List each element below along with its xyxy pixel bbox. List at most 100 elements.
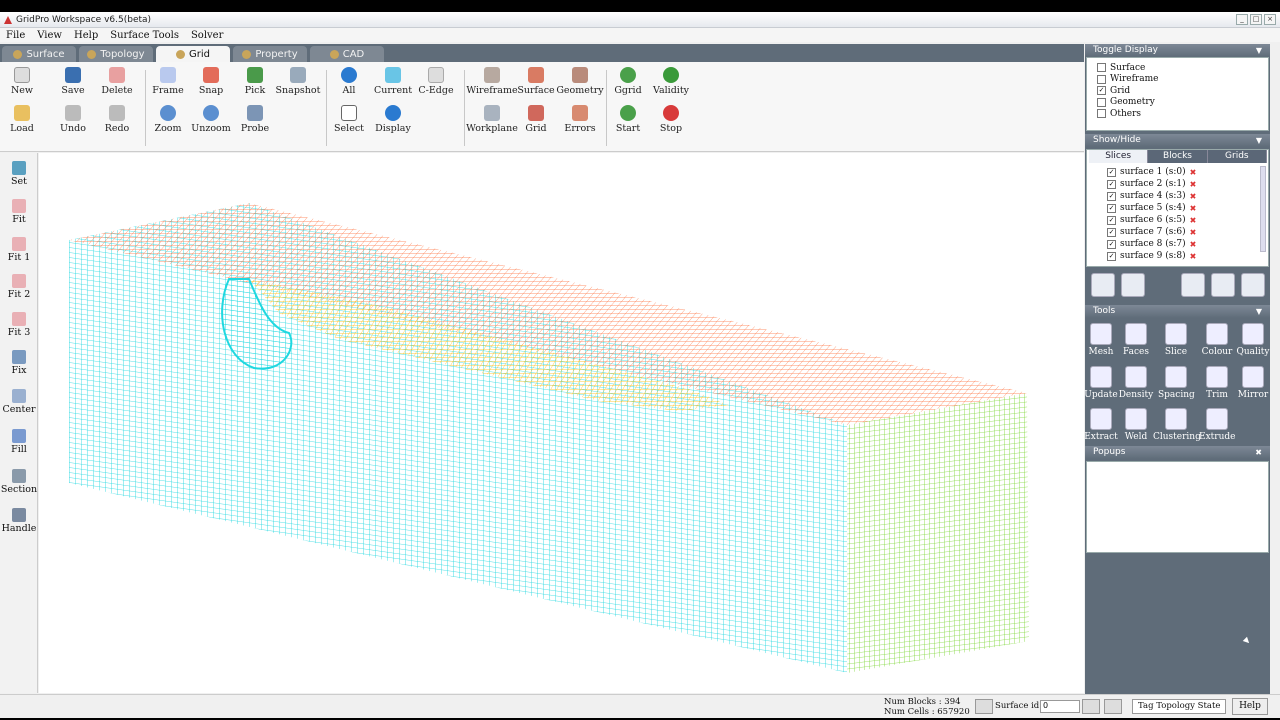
checkbox-icon[interactable] [1097,74,1106,84]
quality-tool[interactable]: Quality [1235,323,1271,363]
update-tool[interactable]: Update [1083,366,1119,406]
list-item[interactable]: ✓ surface 2 (s:1) ✖ [1087,178,1257,190]
toggle-geometry[interactable]: Geometry [1097,97,1268,109]
toggle-others[interactable]: Others [1097,108,1268,120]
menu-file[interactable]: File [0,30,31,41]
checkbox-checked-icon[interactable]: ✓ [1107,239,1116,249]
next-surface-button[interactable] [1082,699,1100,714]
delete-icon[interactable]: ✖ [1190,252,1197,261]
new-button[interactable]: New [0,67,48,103]
tag-state-dropdown[interactable]: Tag Topology State [1132,699,1226,714]
checkbox-checked-icon[interactable]: ✓ [1107,251,1116,261]
list-item[interactable]: ✓ surface 6 (s:5) ✖ [1087,214,1257,226]
maximize-button[interactable]: □ [1250,14,1262,25]
set-button[interactable]: Set [0,161,38,187]
checkbox-icon[interactable] [1097,97,1106,107]
list-item[interactable]: ✓ surface 9 (s:8) ✖ [1087,250,1257,262]
tools-header[interactable]: Tools ▼ [1085,305,1270,318]
delete-icon[interactable]: ✖ [1190,168,1197,177]
snapshot-button[interactable]: Snapshot [272,67,324,103]
stop-button[interactable]: Stop [645,105,697,141]
fit3-button[interactable]: Fit 3 [0,312,38,338]
toggle-wireframe[interactable]: Wireframe [1097,74,1268,86]
section-button[interactable]: Section [0,469,38,495]
checkbox-checked-icon[interactable]: ✓ [1107,203,1116,213]
checkbox-checked-icon[interactable]: ✓ [1107,179,1116,189]
cedge-button[interactable]: C-Edge [410,67,462,103]
hide-button[interactable] [1121,273,1145,297]
minimize-button[interactable]: _ [1236,14,1248,25]
delete-icon[interactable]: ✖ [1190,228,1197,237]
toggle-grid[interactable]: ✓ Grid [1097,85,1268,97]
list-item[interactable]: ✓ surface 5 (s:4) ✖ [1087,202,1257,214]
probe-button[interactable]: Probe [229,105,281,141]
delete-button[interactable]: Delete [91,67,143,103]
delete-icon[interactable]: ✖ [1190,240,1197,249]
prev-surface-button[interactable] [975,699,993,714]
3d-viewport[interactable] [39,153,1084,693]
menu-help[interactable]: Help [68,30,104,41]
show-hide-header[interactable]: Show/Hide ▼ [1085,134,1270,147]
load-button[interactable]: Load [0,105,48,141]
fix-button[interactable]: Fix [0,350,38,376]
delete-icon[interactable]: ✖ [1190,180,1197,189]
list-item[interactable]: ✓ surface 7 (s:6) ✖ [1087,226,1257,238]
toggle-display-header[interactable]: Toggle Display ▼ [1085,44,1270,57]
redo-button[interactable]: Redo [91,105,143,141]
scrollbar[interactable] [1260,166,1266,252]
menu-solver[interactable]: Solver [185,30,229,41]
menu-surface-tools[interactable]: Surface Tools [104,30,185,41]
tab-blocks[interactable]: Blocks [1148,150,1208,163]
delete-icon[interactable]: ✖ [1190,192,1197,201]
delete-icon[interactable]: ✖ [1190,216,1197,225]
fit2-button[interactable]: Fit 2 [0,274,38,300]
errors-button[interactable]: Errors [554,105,606,141]
center-button[interactable]: Center [0,389,38,415]
show-button[interactable] [1091,273,1115,297]
fit1-button[interactable]: Fit 1 [0,237,38,263]
spacing-tool[interactable]: Spacing [1158,366,1195,406]
checkbox-checked-icon[interactable]: ✓ [1097,86,1106,96]
tab-grid[interactable]: Grid [156,46,230,62]
handle-button[interactable]: Handle [0,508,38,534]
density-tool[interactable]: Density [1118,366,1154,406]
block-view-button-1[interactable] [1181,273,1205,297]
slice-tool[interactable]: Slice [1158,323,1194,363]
trim-tool[interactable]: Trim [1199,366,1235,406]
validity-button[interactable]: Validity [645,67,697,103]
mesh-tool[interactable]: Mesh [1083,323,1119,363]
help-button[interactable]: Help [1232,698,1268,715]
tab-surface[interactable]: Surface [2,46,76,62]
list-item[interactable]: ✓ surface 1 (s:0) ✖ [1087,166,1257,178]
tab-cad[interactable]: CAD [310,46,384,62]
checkbox-checked-icon[interactable]: ✓ [1107,215,1116,225]
close-button[interactable]: × [1264,14,1276,25]
extrude-tool[interactable]: Extrude [1199,408,1235,448]
close-icon[interactable]: ✖ [1255,446,1262,459]
faces-tool[interactable]: Faces [1118,323,1154,363]
checkbox-checked-icon[interactable]: ✓ [1107,167,1116,177]
mirror-tool[interactable]: Mirror [1235,366,1271,406]
checkbox-checked-icon[interactable]: ✓ [1107,191,1116,201]
block-view-button-2[interactable] [1211,273,1235,297]
tab-property[interactable]: Property [233,46,307,62]
checkbox-icon[interactable] [1097,63,1106,73]
fit-button[interactable]: Fit [0,199,38,225]
geometry-button[interactable]: Geometry [554,67,606,103]
list-item[interactable]: ✓ surface 8 (s:7) ✖ [1087,238,1257,250]
tab-grids[interactable]: Grids [1207,150,1267,163]
delete-icon[interactable]: ✖ [1190,204,1197,213]
colour-tool[interactable]: Colour [1199,323,1235,363]
list-item[interactable]: ✓ surface 4 (s:3) ✖ [1087,190,1257,202]
block-view-button-3[interactable] [1241,273,1265,297]
pick-surface-button[interactable] [1104,699,1122,714]
checkbox-checked-icon[interactable]: ✓ [1107,227,1116,237]
tab-slices[interactable]: Slices [1089,150,1149,163]
extract-tool[interactable]: Extract [1083,408,1119,448]
fill-button[interactable]: Fill [0,429,38,455]
weld-tool[interactable]: Weld [1118,408,1154,448]
surface-id-input[interactable]: 0 [1040,700,1080,713]
display-button[interactable]: Display [367,105,419,141]
tab-topology[interactable]: Topology [79,46,153,62]
menu-view[interactable]: View [31,30,68,41]
